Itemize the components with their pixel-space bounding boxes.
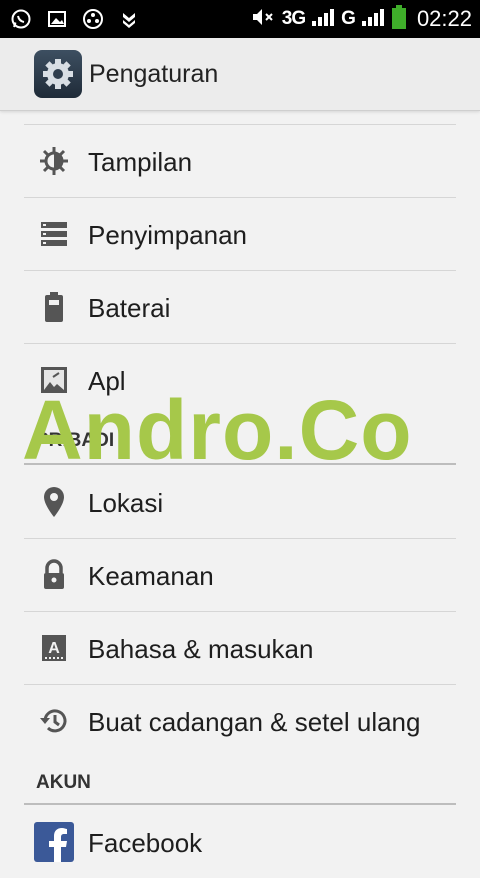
storage-icon [38,218,70,250]
watermark: Andro.Co [22,383,413,477]
signal-icon [311,6,335,33]
settings-item-label: Buat cadangan & setel ulang [88,707,421,737]
network-type-1: 3G [281,8,306,29]
settings-item-label: Bahasa & masukan [88,634,314,664]
whatsapp-icon [8,6,34,32]
section-divider [24,803,456,805]
system-indicators: 3G G 02:22 [250,0,472,38]
settings-item-label: Penyimpanan [88,220,247,250]
settings-item-label: Tampilan [88,147,193,177]
battery-icon [38,291,70,323]
settings-item-facebook[interactable]: Facebook [0,806,480,878]
language-input-icon: A [38,632,70,664]
section-header-akun: AKUN [36,772,91,793]
settings-item-baterai[interactable]: Baterai [0,271,480,343]
signal-2-icon [361,6,385,33]
settings-item-label: Baterai [88,293,171,323]
svg-text:A: A [48,640,60,657]
display-brightness-icon [38,145,70,177]
notification-icons [8,6,142,32]
action-bar: Pengaturan [0,38,480,111]
status-bar: 3G G 02:22 [0,0,480,38]
backup-restore-icon [38,705,70,737]
settings-item-tampilan[interactable]: Tampilan [0,125,480,197]
settings-item-label: Lokasi [88,488,164,518]
settings-item-keamanan[interactable]: Keamanan [0,539,480,611]
battery-status-icon [391,4,407,35]
settings-item-bahasa-masukan[interactable]: A Bahasa & masukan [0,612,480,684]
settings-item-label: Keamanan [88,561,214,591]
facebook-icon [34,822,74,862]
media-icon [80,6,106,32]
page-title: Pengaturan [89,60,219,88]
gear-icon[interactable] [34,50,82,98]
lock-icon [38,559,70,591]
settings-item-penyimpanan[interactable]: Penyimpanan [0,198,480,270]
mute-icon [250,6,276,33]
settings-item-backup-reset[interactable]: Buat cadangan & setel ulang [0,685,480,757]
network-type-2: G [341,8,356,29]
download-icon [116,6,142,32]
settings-item-label: Facebook [88,828,203,858]
gallery-icon [44,6,70,32]
location-pin-icon [38,486,70,518]
clock: 02:22 [416,6,472,31]
